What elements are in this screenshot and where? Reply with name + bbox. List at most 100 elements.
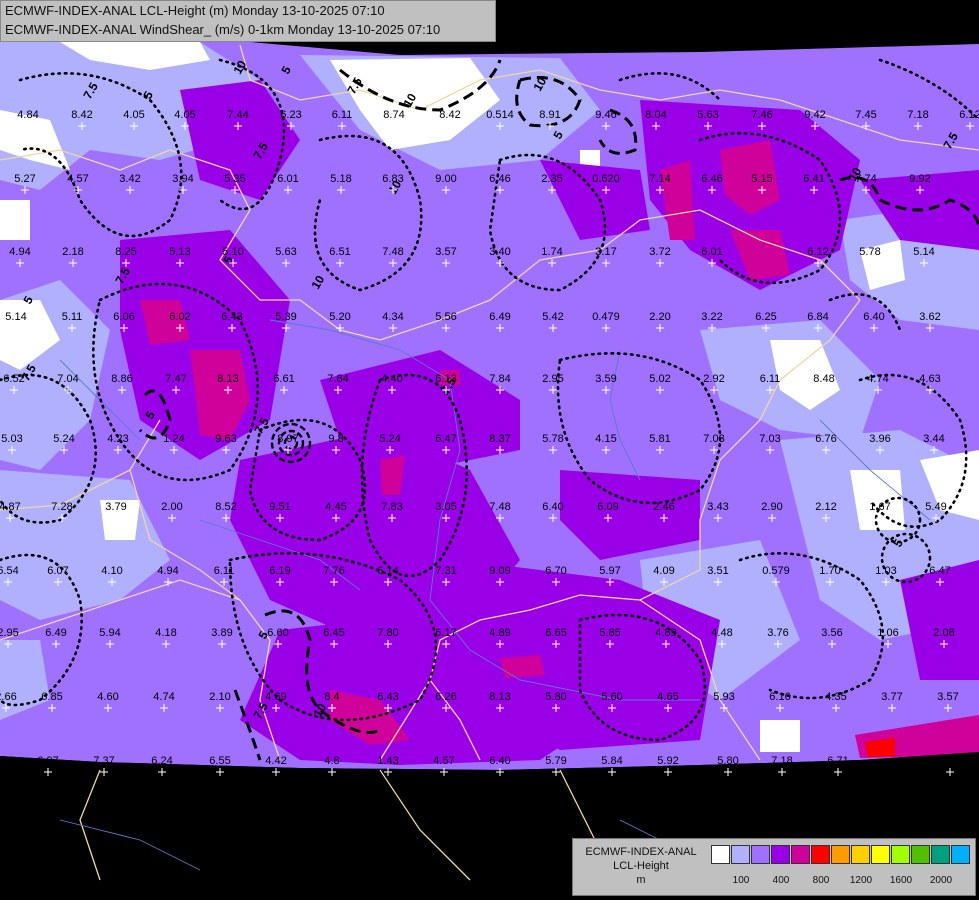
station-value: 7.44 [227,109,248,121]
station-value: 3.40 [489,246,510,258]
station-value: 2.92 [703,373,724,385]
station-value: 1.74 [541,246,562,258]
station-value: 3.22 [701,311,722,323]
legend-title: ECMWF-INDEX-ANAL LCL-Height m [573,845,709,887]
station-value: 9.09 [489,565,510,577]
station-value: 1.24 [163,433,184,445]
station-value: 6.40 [863,311,884,323]
station-value: 4.57 [67,173,88,185]
station-value: 6.24 [151,755,172,767]
station-value: 2.95 [542,373,563,385]
station-value: 6.83 [382,173,403,185]
station-value: 4.05 [174,109,195,121]
station-value: 7.46 [751,109,772,121]
station-value: 1.43 [377,755,398,767]
station-value: 3.57 [937,691,958,703]
station-value: 8.52 [215,501,236,513]
station-value: 6.65 [545,627,566,639]
station-value: 4.23 [107,433,128,445]
station-value: 8.13 [489,691,510,703]
station-value: 8.04 [645,109,666,121]
station-value: 7.31 [435,565,456,577]
station-value: 2.90 [761,501,782,513]
station-value: 7.48 [489,501,510,513]
station-value: 5.20 [329,311,350,323]
station-value: 7.14 [649,173,670,185]
station-value: 0.514 [486,109,514,121]
station-value: 6.12 [807,246,828,258]
legend-swatch [811,845,830,864]
station-value: 5.03 [1,433,22,445]
station-value: 5.78 [542,433,563,445]
station-value: 3.59 [595,373,616,385]
station-value: 6.51 [329,246,350,258]
station-value: 4.60 [97,691,118,703]
station-value: 6.17 [435,627,456,639]
station-value: 6.40 [489,755,510,767]
station-value: 6.85 [41,691,62,703]
station-value: 8.25 [115,246,136,258]
station-value: 5.84 [601,755,622,767]
station-value: 4.94 [157,565,178,577]
station-value: 5.18 [939,755,960,767]
station-value: 5.97 [599,565,620,577]
station-value: 6.02 [169,311,190,323]
station-value: 4.74 [153,691,174,703]
station-value: 8.86 [111,373,132,385]
station-value: 7.03 [759,433,780,445]
legend-tick-label: 1200 [849,875,873,886]
station-value: 4.34 [382,311,403,323]
station-value: 5.18 [330,173,351,185]
station-value: 9.92 [909,173,930,185]
station-value: 7.04 [57,373,78,385]
station-value: 6.54 [0,565,19,577]
station-value: 5.35 [224,173,245,185]
station-value: 7.84 [489,373,510,385]
station-value: 4.89 [489,627,510,639]
station-value: 6.45 [323,627,344,639]
station-value: 8.42 [71,109,92,121]
station-value: 3.77 [881,691,902,703]
station-value: 6.97 [37,755,58,767]
station-value: 4.42 [265,755,286,767]
station-value: 5.79 [545,755,566,767]
station-value: 6.19 [269,565,290,577]
station-value: 4.74 [867,373,888,385]
station-value: 6.43 [377,691,398,703]
station-value: 7.84 [327,373,348,385]
station-value: 8.37 [489,433,510,445]
station-value: 6.41 [803,173,824,185]
station-value: 1.03 [875,565,896,577]
station-value: 3.17 [595,246,616,258]
station-value: 5.60 [601,691,622,703]
station-value: 6.76 [815,433,836,445]
legend-swatch [771,845,790,864]
station-value: 5.14 [5,311,26,323]
station-value: 4.35 [825,691,846,703]
station-value: 4.65 [657,691,678,703]
station-value: 8.91 [539,109,560,121]
legend-title-variable: LCL-Height [613,860,669,872]
station-value: 6.14 [377,565,398,577]
legend-ticks: 100 400 800 1200 1600 2000 [711,875,971,889]
station-value: 6.60 [267,627,288,639]
station-value: 4.09 [653,565,674,577]
legend-tick-label: 100 [732,875,750,886]
station-value: 4.05 [123,109,144,121]
weather-map: 7.5 5107.55107.5105 7.5105107.55 7.55107.57… [0,0,979,900]
legend-swatch [791,845,810,864]
station-value: 5.24 [379,433,400,445]
station-value: 5.11 [62,311,83,323]
station-value: 5.27 [14,173,35,185]
station-value: 6.55 [209,755,230,767]
legend-swatch [871,845,890,864]
station-value: 2.08 [933,627,954,639]
station-value: 7.76 [323,565,344,577]
legend-swatch [911,845,930,864]
station-value: 7.03 [703,433,724,445]
station-value: 2.10 [209,691,230,703]
station-value: 6.70 [545,565,566,577]
station-value: 4.45 [325,501,346,513]
station-value: 4.84 [17,109,38,121]
station-value: 6.07 [47,565,68,577]
